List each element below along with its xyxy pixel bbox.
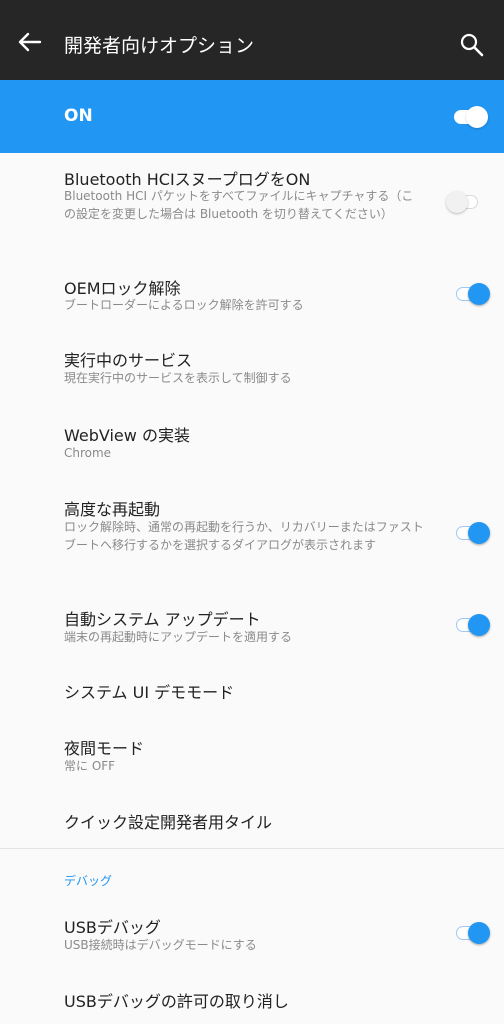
setting-title: 自動システム アップデート: [64, 610, 261, 629]
setting-usb-debugging[interactable]: USBデバッグ USB接続時はデバッグモードにする: [0, 902, 504, 964]
setting-subtitle: Chrome: [64, 446, 112, 460]
app-bar: 開発者向けオプション: [0, 0, 504, 80]
page-title: 開発者向けオプション: [64, 35, 255, 57]
setting-advanced-reboot[interactable]: 高度な再起動 ロック解除時、通常の再起動を行うか、リカバリーまたはファストブート…: [0, 484, 504, 580]
setting-title: クイック設定開発者用タイル: [64, 813, 273, 832]
setting-subtitle: ブートローダーによるロック解除を許可する: [64, 298, 304, 312]
setting-system-ui-demo[interactable]: システム UI デモモード: [0, 666, 504, 714]
setting-title: 実行中のサービス: [64, 351, 193, 370]
setting-subtitle: 常に OFF: [64, 759, 116, 773]
setting-oem-unlock[interactable]: OEMロック解除 ブートローダーによるロック解除を許可する: [0, 262, 504, 332]
setting-subtitle: 端末の再起動時にアップデートを適用する: [64, 630, 293, 644]
master-switch-label: ON: [64, 106, 93, 126]
master-toggle[interactable]: [452, 105, 488, 129]
setting-title: WebView の実装: [64, 426, 190, 445]
setting-bluetooth-hci-snoop[interactable]: Bluetooth HCIスヌープログをON Bluetooth HCI パケッ…: [0, 153, 504, 247]
auto-update-toggle[interactable]: [454, 613, 490, 637]
setting-auto-system-update[interactable]: 自動システム アップデート 端末の再起動時にアップデートを適用する: [0, 594, 504, 656]
search-icon[interactable]: [458, 31, 486, 59]
setting-subtitle: Bluetooth HCI パケットをすべてファイルにキャプチャする（この設定を…: [64, 189, 414, 221]
section-heading-debug: デバッグ: [64, 874, 113, 888]
bluetooth-hci-toggle[interactable]: [446, 190, 482, 214]
setting-quick-settings-tiles[interactable]: クイック設定開発者用タイル: [0, 796, 504, 844]
setting-title: 夜間モード: [64, 739, 145, 758]
setting-subtitle: USB接続時はデバッグモードにする: [64, 938, 257, 952]
setting-webview-implementation[interactable]: WebView の実装 Chrome: [0, 410, 504, 472]
section-divider: [0, 848, 504, 849]
master-switch-bar[interactable]: ON: [0, 80, 504, 153]
advanced-reboot-toggle[interactable]: [454, 521, 490, 545]
setting-title: USBデバッグの許可の取り消し: [64, 992, 289, 1011]
setting-title: USBデバッグ: [64, 918, 161, 937]
oem-unlock-toggle[interactable]: [454, 282, 490, 306]
setting-running-services[interactable]: 実行中のサービス 現在実行中のサービスを表示して制御する: [0, 337, 504, 399]
setting-revoke-usb-debugging[interactable]: USBデバッグの許可の取り消し: [0, 976, 504, 1024]
usb-debugging-toggle[interactable]: [454, 921, 490, 945]
setting-title: システム UI デモモード: [64, 683, 235, 702]
setting-subtitle: ロック解除時、通常の再起動を行うか、リカバリーまたはファストブートへ移行するかを…: [64, 520, 424, 552]
setting-night-mode[interactable]: 夜間モード 常に OFF: [0, 722, 504, 782]
setting-title: 高度な再起動: [64, 500, 161, 519]
setting-subtitle: 現在実行中のサービスを表示して制御する: [64, 371, 292, 385]
back-arrow-icon[interactable]: [16, 28, 44, 56]
